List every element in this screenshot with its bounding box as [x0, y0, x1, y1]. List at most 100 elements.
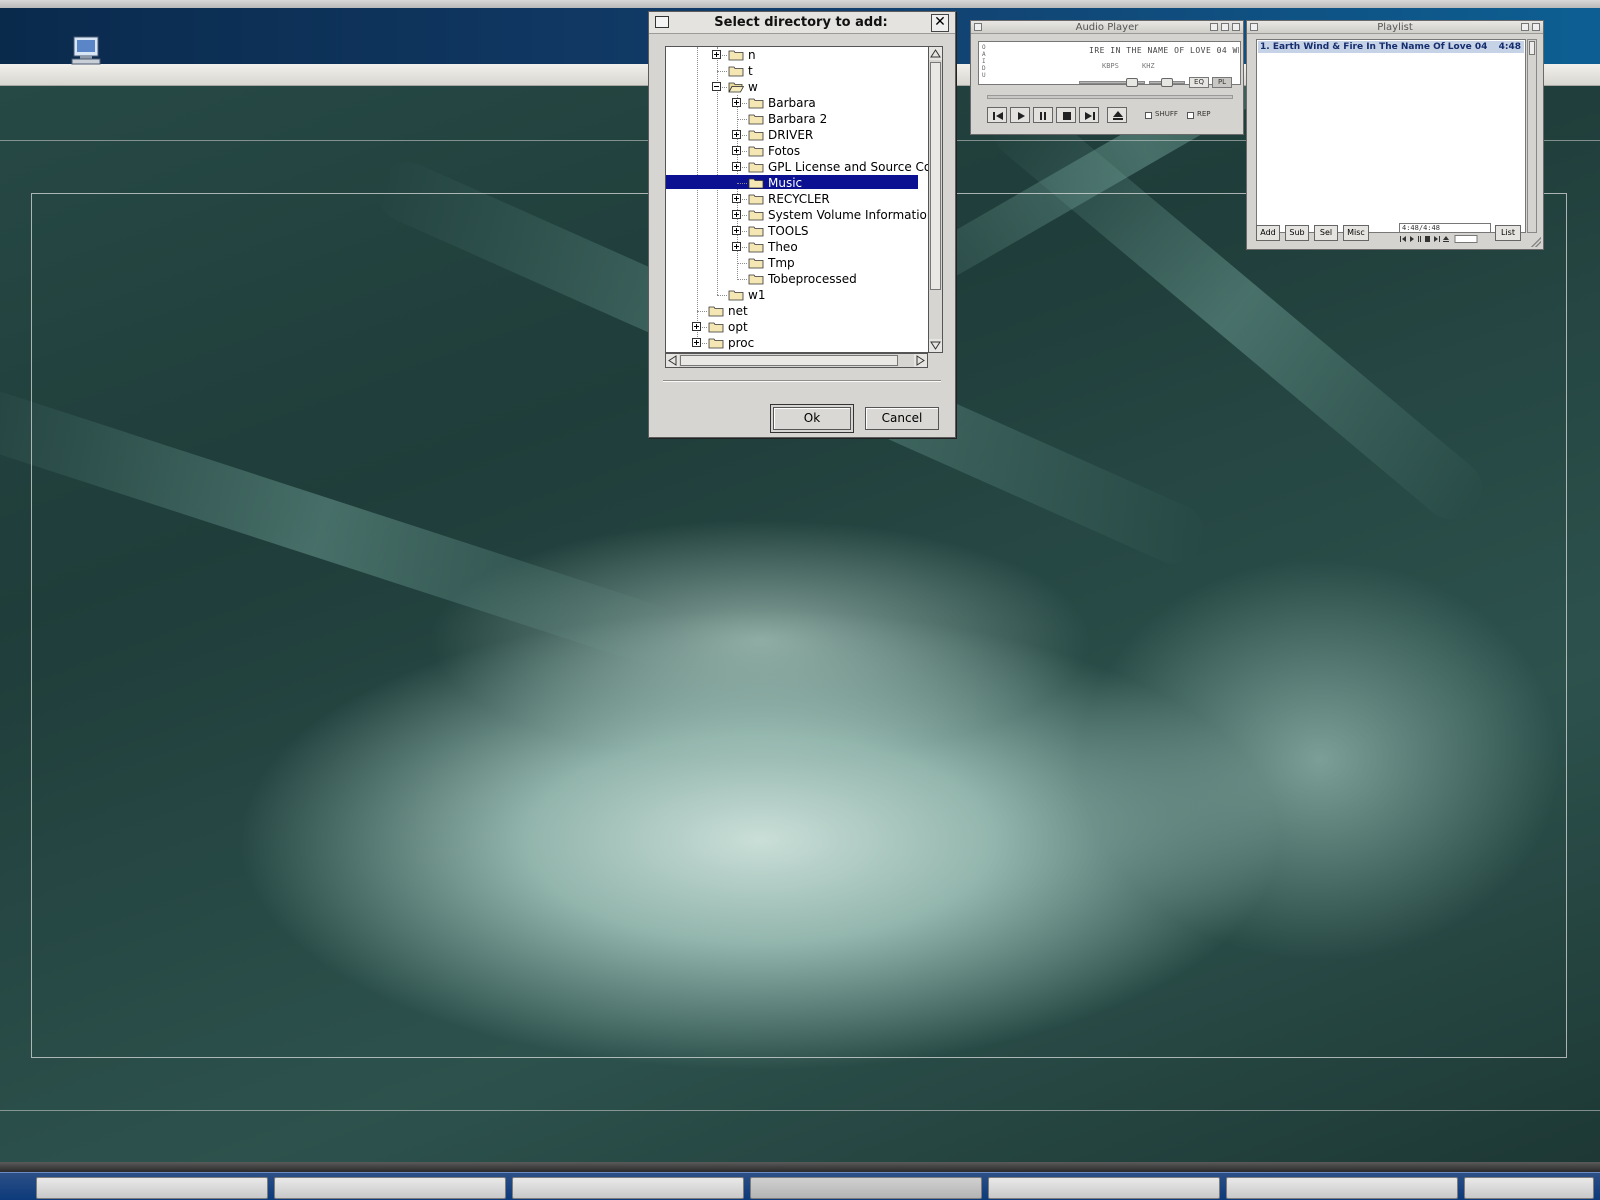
expand-icon[interactable] [712, 50, 721, 59]
taskbar-button[interactable] [512, 1177, 744, 1199]
taskbar-button[interactable] [274, 1177, 506, 1199]
tree-horizontal-scrollbar[interactable] [665, 353, 928, 368]
folder-icon [708, 322, 724, 333]
expand-icon[interactable] [692, 322, 701, 331]
tree-item-label: Tobeprocessed [768, 272, 857, 286]
tree-item[interactable]: Barbara 2 [666, 111, 928, 127]
tree-item-label: System Volume Information [768, 208, 928, 222]
khz-label: KHZ [1142, 62, 1155, 70]
tree-item[interactable]: TOOLS [666, 223, 928, 239]
dialog-titlebar[interactable]: Select directory to add: ✕ [649, 12, 955, 34]
tree-item-label: Tmp [768, 256, 795, 270]
tree-item[interactable]: Theo [666, 239, 928, 255]
tree-item[interactable]: w [666, 79, 928, 95]
expand-icon[interactable] [692, 338, 701, 347]
expand-icon[interactable] [732, 226, 741, 235]
playlist-titlebar[interactable]: Playlist [1247, 21, 1543, 34]
scroll-right-arrow-icon[interactable] [914, 354, 927, 367]
misc-button[interactable]: Misc [1343, 225, 1369, 241]
collapse-icon[interactable] [712, 82, 721, 91]
tree-item[interactable]: DRIVER [666, 127, 928, 143]
playlist-mini-controls[interactable] [1399, 235, 1479, 246]
eject-button[interactable] [1107, 107, 1127, 123]
scroll-left-arrow-icon[interactable] [666, 354, 679, 367]
folder-icon [748, 130, 764, 141]
tree-item-label: Music [768, 176, 803, 190]
maximize-icon[interactable] [1521, 23, 1529, 31]
window-menu-icon[interactable] [655, 16, 669, 28]
ok-button[interactable]: Ok [770, 404, 854, 433]
next-track-button[interactable] [1079, 107, 1099, 123]
playlist-scrollbar[interactable] [1527, 39, 1537, 233]
system-tray[interactable] [1464, 1177, 1594, 1199]
expand-icon[interactable] [732, 162, 741, 171]
repeat-checkbox[interactable] [1187, 112, 1194, 119]
close-button[interactable]: ✕ [931, 14, 949, 32]
tree-item-label: Barbara [768, 96, 816, 110]
tree-item[interactable]: RECYCLER [666, 191, 928, 207]
pl-button[interactable]: PL [1212, 77, 1232, 88]
folder-icon [748, 242, 764, 253]
scroll-thumb[interactable] [680, 355, 898, 366]
expand-icon[interactable] [732, 242, 741, 251]
list-button[interactable]: List [1495, 225, 1521, 241]
taskbar-button-active[interactable] [750, 1177, 982, 1199]
scroll-thumb[interactable] [1529, 41, 1535, 55]
sel-button[interactable]: Sel [1314, 225, 1338, 241]
add-button[interactable]: Add [1256, 225, 1280, 241]
stop-button[interactable] [1056, 107, 1076, 123]
tree-item[interactable]: n [666, 47, 928, 63]
maximize-icon[interactable] [1221, 23, 1229, 31]
tree-item[interactable]: net [666, 303, 928, 319]
taskbar-button[interactable] [1226, 1177, 1458, 1199]
pause-button[interactable] [1033, 107, 1053, 123]
tree-item[interactable]: Music [666, 175, 928, 191]
play-button[interactable] [1010, 107, 1030, 123]
expand-icon[interactable] [732, 194, 741, 203]
close-icon[interactable] [1232, 23, 1240, 31]
tree-item[interactable]: Tobeprocessed [666, 271, 928, 287]
tree-item[interactable]: opt [666, 319, 928, 335]
expand-icon[interactable] [732, 98, 741, 107]
taskbar-button[interactable] [988, 1177, 1220, 1199]
taskbar-button[interactable] [36, 1177, 268, 1199]
scroll-thumb[interactable] [930, 62, 941, 290]
tree-item[interactable]: w1 [666, 287, 928, 303]
eq-button[interactable]: EQ [1189, 77, 1209, 88]
tree-guide-line [737, 119, 747, 120]
expand-icon[interactable] [732, 146, 741, 155]
taskbar [0, 1172, 1600, 1200]
playlist-item[interactable]: 1. Earth Wind & Fire In The Name Of Love… [1258, 41, 1524, 53]
previous-track-button[interactable] [987, 107, 1007, 123]
tree-item-label: n [748, 48, 756, 62]
tree-item[interactable]: t [666, 63, 928, 79]
expand-icon[interactable] [732, 210, 741, 219]
minimize-icon[interactable] [1210, 23, 1218, 31]
computer-icon[interactable] [68, 34, 108, 66]
tree-item[interactable]: proc [666, 335, 928, 351]
playlist-item-title: 1. Earth Wind & Fire In The Name Of Love… [1260, 42, 1488, 52]
tree-item[interactable]: Tmp [666, 255, 928, 271]
close-icon[interactable] [1532, 23, 1540, 31]
resize-grip-icon[interactable] [1531, 237, 1541, 247]
tree-item-label: w [748, 80, 758, 94]
playlist-list[interactable]: 1. Earth Wind & Fire In The Name Of Love… [1256, 39, 1526, 233]
tree-item[interactable]: GPL License and Source Co [666, 159, 928, 175]
balance-knob[interactable] [1161, 78, 1173, 87]
cancel-button[interactable]: Cancel [865, 407, 939, 430]
tree-item[interactable]: System Volume Information [666, 207, 928, 223]
folder-icon [748, 274, 764, 285]
shuffle-checkbox[interactable] [1145, 112, 1152, 119]
tree-item[interactable]: Barbara [666, 95, 928, 111]
sub-button[interactable]: Sub [1285, 225, 1309, 241]
seek-bar[interactable] [987, 95, 1233, 99]
expand-icon[interactable] [732, 130, 741, 139]
tree-vertical-scrollbar[interactable] [928, 46, 943, 353]
scroll-down-arrow-icon[interactable] [929, 339, 942, 352]
audio-player-titlebar[interactable]: Audio Player [971, 21, 1243, 34]
scroll-up-arrow-icon[interactable] [929, 47, 942, 60]
tree-item[interactable]: Fotos [666, 143, 928, 159]
directory-tree[interactable]: n t w Barbara Barbara 2 DRIVER Fotos GPL Licens… [665, 46, 928, 353]
folder-icon [728, 66, 744, 77]
volume-knob[interactable] [1126, 78, 1138, 87]
